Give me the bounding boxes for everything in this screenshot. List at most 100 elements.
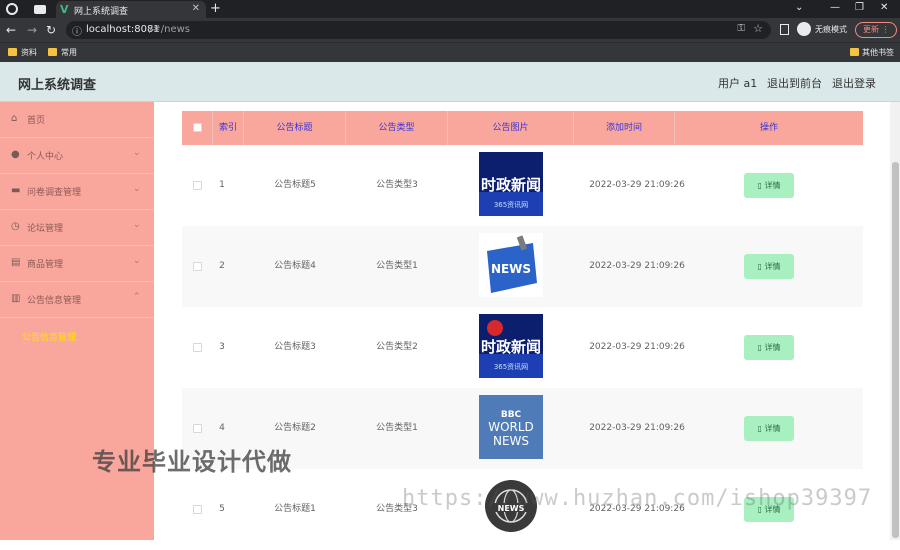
sidebar-item-label: 公告信息管理 [27,296,82,306]
row-checkbox[interactable] [193,424,202,433]
detail-label: 详情 [764,424,781,433]
chevron-up-icon: ⌃ [133,292,141,302]
cell-time: 2022-03-29 21:09:26 [589,423,685,433]
sidebar-item-label: 个人中心 [27,152,64,162]
clipboard-icon: ▥ [11,293,21,304]
other-bookmarks[interactable]: 其他书签 [862,47,894,58]
column-header-time[interactable]: 添加时间 [574,111,675,145]
detail-button[interactable]: ▯ 详情 [744,173,794,198]
cell-title: 公告标题1 [274,504,316,514]
tab-search-icon[interactable]: ⌄ [795,2,803,13]
column-header-image: 公告图片 [448,111,574,145]
survey-icon: ▬ [11,185,21,196]
sidebar-item-label: 论坛管理 [27,224,64,234]
column-header-type[interactable]: 公告类型 [346,111,448,145]
image-subtext: 365资讯网 [494,200,528,209]
update-button[interactable]: 更新 ⋮ [855,22,897,38]
row-checkbox[interactable] [193,181,202,190]
column-header-actions: 操作 [759,123,778,133]
bookmark-folder-2[interactable]: 常用 [61,47,77,58]
notice-image: 时政新闻 365资讯网 [479,314,543,378]
back-to-front-link[interactable]: 退出到前台 [767,75,822,91]
restore-window-icon[interactable]: ❐ [855,2,864,13]
cell-index: 5 [219,504,225,514]
sidebar-item-survey[interactable]: ▬ 问卷调查管理 ⌄ [0,174,154,210]
bookmark-folder-1[interactable]: 资料 [21,47,37,58]
folder-icon [850,48,859,56]
close-window-icon[interactable]: ✕ [880,2,888,13]
vue-logo-icon: V [60,3,69,16]
select-all-column [182,111,213,145]
select-all-checkbox[interactable] [193,123,202,132]
back-arrow-icon[interactable]: ← [6,23,16,37]
update-label: 更新 [863,25,879,34]
watermark-url: https://www.huzhan.com/ishop39397 [402,486,873,511]
key-icon[interactable]: ⚿ [737,23,745,34]
url-field[interactable]: ⓘ localhost:8081 /#/news ⚿ ☆ [66,21,771,39]
chevron-down-icon: ⌄ [133,220,141,230]
browser-tab-bar: V 网上系统调查 ✕ + ⌄ — ❐ ✕ [0,0,900,18]
logout-link[interactable]: 退出登录 [832,75,876,91]
table-row: 2 公告标题4 公告类型1 NEWS 2022-03-29 21:09:26 ▯… [182,226,863,307]
scrollbar-thumb[interactable] [892,162,899,538]
detail-button[interactable]: ▯ 详情 [744,335,794,360]
close-tab-icon[interactable]: ✕ [192,3,200,14]
row-checkbox[interactable] [193,262,202,271]
image-text-world: WORLD [488,420,534,434]
browser-tab-strip-icon[interactable] [34,5,46,14]
cell-title: 公告标题5 [274,180,316,190]
reload-icon[interactable]: ↻ [46,23,56,37]
cell-time: 2022-03-29 21:09:26 [589,180,685,190]
side-panel-icon[interactable] [780,24,789,35]
image-subtext: 365资讯网 [494,362,528,371]
column-header-index[interactable]: 索引 [213,111,244,145]
user-label: 用户 a1 [718,77,758,90]
table-row: 3 公告标题3 公告类型2 时政新闻 365资讯网 2022-03-29 21:… [182,307,863,388]
browser-tab-active[interactable]: V 网上系统调查 ✕ [56,1,206,18]
document-icon: ▯ [757,181,762,190]
sidebar-item-home[interactable]: ⌂ 首页 [0,102,154,138]
sidebar-item-personal-center[interactable]: ● 个人中心 ⌄ [0,138,154,174]
document-icon: ▯ [757,343,762,352]
browser-globe-icon[interactable] [6,3,18,15]
sidebar-item-notice[interactable]: ▥ 公告信息管理 ⌃ [0,282,154,318]
image-text-bbc: BBC [501,410,522,420]
new-tab-button[interactable]: + [210,1,221,16]
cell-time: 2022-03-29 21:09:26 [589,261,685,271]
detail-label: 详情 [764,343,781,352]
cell-type: 公告类型2 [376,342,418,352]
forward-arrow-icon[interactable]: → [27,23,37,37]
cell-index: 1 [219,180,225,190]
row-checkbox[interactable] [193,505,202,514]
incognito-icon[interactable] [797,22,811,36]
notice-image: NEWS [479,233,543,297]
sidebar-subitem-notice-management[interactable]: 公告信息管理 [22,330,76,343]
sidebar-item-goods[interactable]: ▤ 商品管理 ⌄ [0,246,154,282]
site-info-icon[interactable]: ⓘ [72,23,82,38]
table-row: 1 公告标题5 公告类型3 时政新闻 365资讯网 2022-03-29 21:… [182,145,863,226]
minimize-window-icon[interactable]: — [830,2,840,13]
image-text: 时政新闻 [481,176,541,194]
column-header-title[interactable]: 公告标题 [244,111,346,145]
sidebar-item-forum[interactable]: ◷ 论坛管理 ⌄ [0,210,154,246]
cell-type: 公告类型3 [376,180,418,190]
cell-type: 公告类型1 [376,261,418,271]
bookmark-star-icon[interactable]: ☆ [753,22,763,35]
cell-title: 公告标题3 [274,342,316,352]
url-path: /#/news [149,24,190,35]
cell-title: 公告标题4 [274,261,316,271]
chevron-down-icon: ⌄ [133,148,141,158]
chevron-down-icon: ⌄ [133,256,141,266]
detail-button[interactable]: ▯ 详情 [744,416,794,441]
folder-icon [8,48,17,56]
user-icon: ● [11,149,20,160]
image-text: NEWS [491,262,531,276]
cell-time: 2022-03-29 21:09:26 [589,342,685,352]
sidebar-item-label: 商品管理 [27,260,64,270]
detail-button[interactable]: ▯ 详情 [744,254,794,279]
watermark-text: 专业毕业设计代做 [92,448,292,476]
detail-label: 详情 [764,262,781,271]
bookmarks-bar: 资料 常用 其他书签 [0,42,900,62]
table-header: 索引 公告标题 公告类型 公告图片 添加时间 操作 [182,111,863,145]
row-checkbox[interactable] [193,343,202,352]
